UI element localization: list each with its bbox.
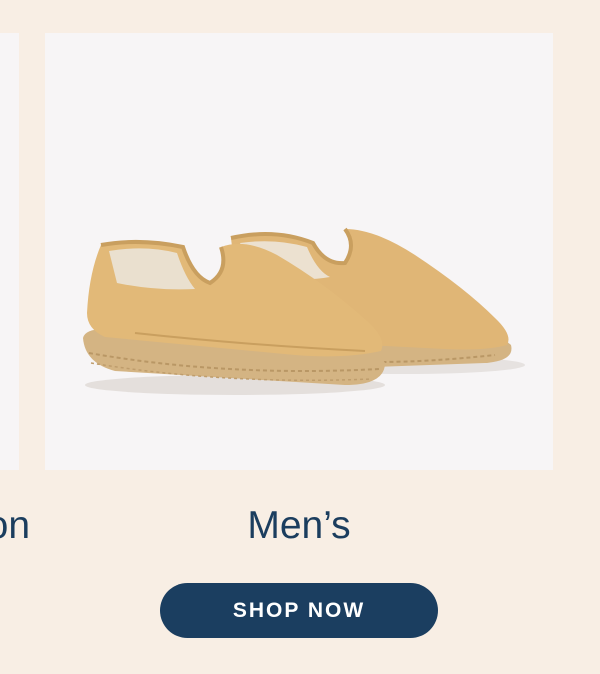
- shop-now-button[interactable]: SHOP NOW: [160, 583, 438, 638]
- espadrille-shoes-image: [83, 227, 525, 395]
- product-carousel: ion: [0, 0, 600, 560]
- mens-category-image[interactable]: [45, 33, 553, 470]
- mens-category-label[interactable]: Men’s: [45, 506, 553, 545]
- page: ion: [0, 0, 600, 674]
- previous-slide-image[interactable]: [0, 33, 19, 470]
- previous-slide-label[interactable]: ion: [0, 506, 30, 545]
